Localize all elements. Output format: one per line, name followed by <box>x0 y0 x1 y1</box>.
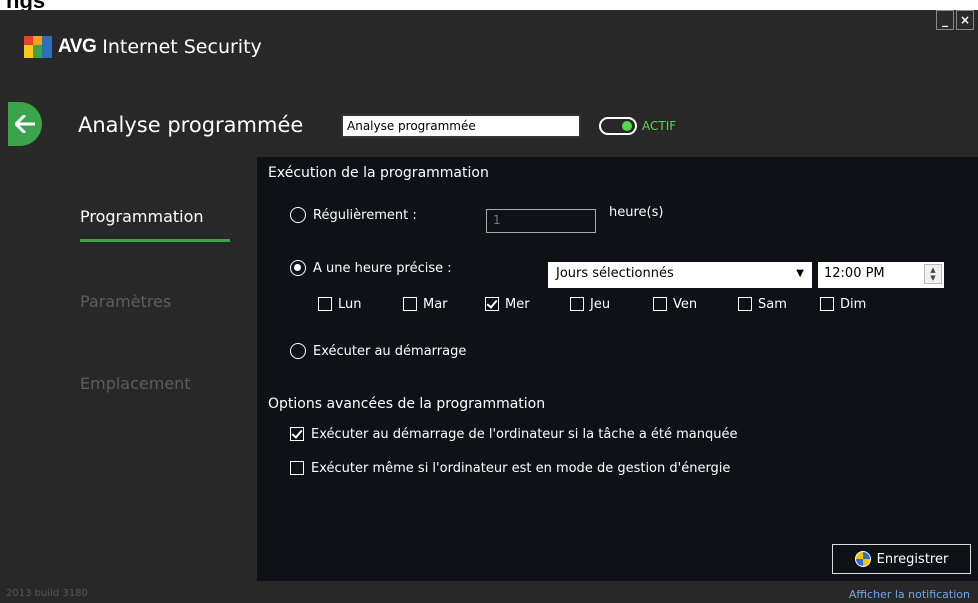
page-title: Analyse programmée <box>78 113 304 137</box>
time-picker[interactable]: 12:00 PM ▲ ▼ <box>818 262 944 288</box>
day-label: Ven <box>673 297 698 312</box>
product-name: Internet Security <box>102 36 262 58</box>
regularly-label: Régulièrement : <box>313 208 417 223</box>
arrow-left-icon <box>15 115 35 133</box>
power-mode-checkbox[interactable] <box>290 461 304 475</box>
radio-specific-time[interactable] <box>290 260 306 276</box>
back-button[interactable] <box>8 102 42 146</box>
save-label: Enregistrer <box>876 551 949 567</box>
brand-name: AVG <box>58 36 97 57</box>
day-checkbox-lun[interactable] <box>318 297 332 311</box>
advanced-section-title: Options avancées de la programmation <box>268 396 546 412</box>
avg-logo-icon <box>24 36 52 58</box>
time-value: 12:00 PM <box>824 266 885 281</box>
scan-name-input[interactable] <box>341 114 581 138</box>
radio-on-startup[interactable] <box>290 343 306 359</box>
schedule-section-title: Exécution de la programmation <box>268 165 489 181</box>
day-label: Mar <box>423 297 448 312</box>
window-controls: _ × <box>936 10 974 30</box>
sidebar-item-parametres[interactable]: Paramètres <box>80 292 171 311</box>
toggle-label: ACTIF <box>642 119 677 133</box>
app-window: _ × AVG Internet Security Analyse progra… <box>0 10 978 603</box>
day-label: Sam <box>758 297 787 312</box>
chevron-down-icon: ▼ <box>796 268 804 279</box>
radio-regularly[interactable] <box>290 207 306 223</box>
specific-time-label: A une heure précise : <box>313 261 452 276</box>
startup-label: Exécuter au démarrage <box>313 344 467 359</box>
day-label: Mer <box>505 297 530 312</box>
interval-unit: heure(s) <box>609 205 664 220</box>
day-label: Lun <box>338 297 362 312</box>
close-button[interactable]: × <box>956 10 974 30</box>
day-checkbox-ven[interactable] <box>653 297 667 311</box>
interval-input[interactable]: 1 <box>486 209 596 233</box>
active-tab-indicator <box>80 239 230 242</box>
day-checkbox-jeu[interactable] <box>570 297 584 311</box>
day-checkbox-dim[interactable] <box>820 297 834 311</box>
frequency-value: Jours sélectionnés <box>556 266 674 281</box>
active-toggle[interactable] <box>599 117 637 135</box>
day-checkbox-mer[interactable] <box>485 297 499 311</box>
day-checkbox-sam[interactable] <box>738 297 752 311</box>
day-label: Dim <box>840 297 867 312</box>
day-checkbox-mar[interactable] <box>403 297 417 311</box>
app-brand: AVG Internet Security <box>24 36 262 58</box>
status-bar: 2013 build 3180 Afficher la notification <box>0 581 978 603</box>
uac-shield-icon <box>854 551 871 567</box>
frequency-select[interactable]: Jours sélectionnés ▼ <box>548 262 812 288</box>
sidebar-item-emplacement[interactable]: Emplacement <box>80 374 191 393</box>
sidebar-item-programmation[interactable]: Programmation <box>80 207 204 226</box>
show-notification-link[interactable]: Afficher la notification <box>849 588 970 601</box>
minimize-button[interactable]: _ <box>936 10 954 30</box>
build-info: 2013 build 3180 <box>6 588 88 599</box>
missed-task-checkbox[interactable] <box>290 427 304 441</box>
window-title-fragment: ngs <box>0 0 160 10</box>
time-spinner[interactable]: ▲ ▼ <box>924 264 942 284</box>
day-label: Jeu <box>590 297 611 312</box>
power-mode-label: Exécuter même si l'ordinateur est en mod… <box>311 461 731 476</box>
save-button[interactable]: Enregistrer <box>832 544 971 574</box>
missed-task-label: Exécuter au démarrage de l'ordinateur si… <box>311 427 738 442</box>
